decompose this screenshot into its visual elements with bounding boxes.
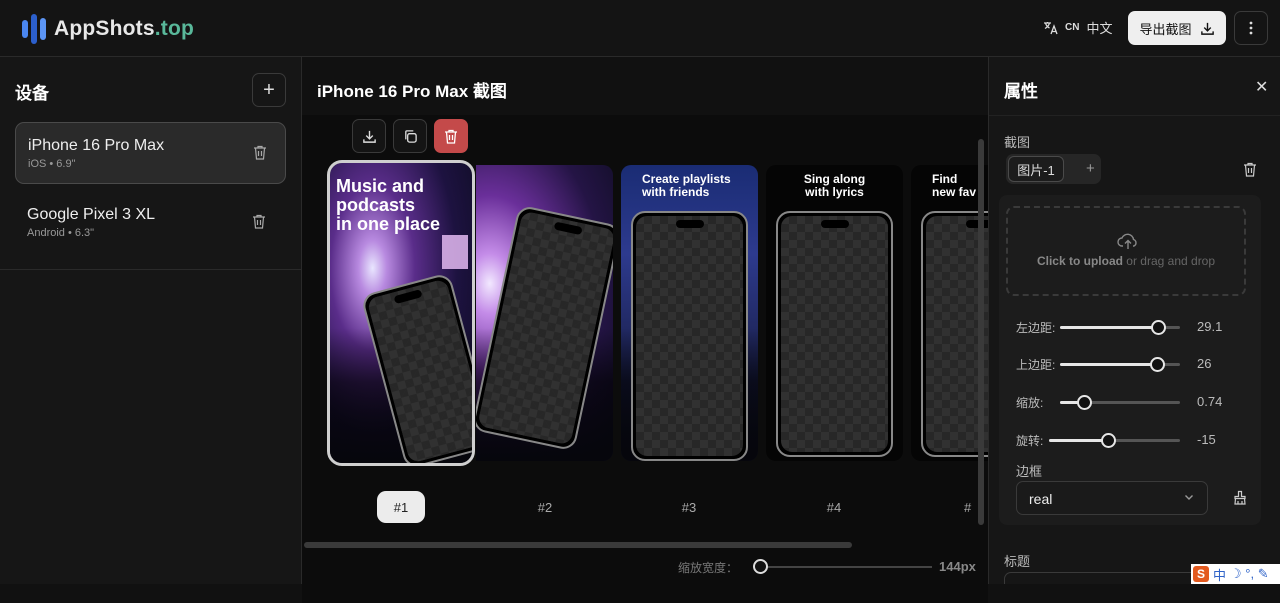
screenshot-caption: Find new fav: [932, 172, 977, 199]
slider-knob[interactable]: [1077, 395, 1092, 410]
download-icon: [362, 130, 376, 143]
download-icon: [1200, 22, 1214, 35]
divider: [989, 115, 1280, 116]
properties-panel: 属性 ✕ 截图 图片-1 + Click to upload or drag a…: [988, 57, 1280, 584]
screenshot-card-4[interactable]: Sing along with lyrics: [766, 165, 903, 461]
trash-icon: [445, 129, 457, 144]
plus-icon: +: [263, 78, 275, 101]
screenshot-editor: iPhone 16 Pro Max 截图 Music and podcasts …: [302, 57, 988, 603]
devices-panel: 设备 + iPhone 16 Pro Max iOS • 6.9" Google…: [0, 57, 302, 584]
image-tab-1[interactable]: 图片-1: [1008, 156, 1064, 182]
horizontal-scrollbar[interactable]: [302, 541, 988, 549]
ime-logo-icon: S: [1193, 566, 1209, 582]
screenshot-label-2[interactable]: #2: [521, 491, 569, 523]
close-icon[interactable]: ✕: [1255, 77, 1268, 97]
zoom-slider-track[interactable]: [760, 566, 932, 568]
more-menu-button[interactable]: [1234, 11, 1268, 45]
logo-text: AppShots.top: [54, 17, 195, 40]
delete-screenshot-button[interactable]: [434, 119, 468, 153]
zoom-width-control: 缩放宽度： 144px: [302, 549, 988, 584]
upload-dropzone[interactable]: Click to upload or drag and drop: [1006, 206, 1246, 296]
chevron-down-icon: [1185, 495, 1193, 500]
trash-icon[interactable]: [252, 214, 266, 229]
screenshot-card-1[interactable]: Music and podcasts in one place: [327, 160, 475, 466]
vertical-scrollbar[interactable]: [978, 139, 984, 525]
logo[interactable]: AppShots.top: [22, 14, 194, 44]
ime-toolbar[interactable]: S 中 ☽ °, ✎: [1191, 564, 1280, 584]
screenshot-label-4[interactable]: #4: [810, 491, 858, 523]
divider: [0, 269, 301, 270]
zoom-slider-knob[interactable]: [753, 559, 768, 574]
device-frame: [631, 211, 748, 461]
slider-knob[interactable]: [1100, 433, 1116, 448]
screenshot-label-1[interactable]: #1: [377, 491, 425, 523]
devices-title: 设备: [15, 84, 49, 103]
title-label: 标题: [1004, 554, 1031, 569]
translate-icon: [1044, 21, 1058, 34]
left-margin-slider[interactable]: 左边距: 29.1: [1016, 317, 1280, 337]
zoom-label: 缩放宽度：: [678, 561, 739, 575]
rotation-slider[interactable]: 旋转: -15: [1016, 430, 1280, 450]
screenshot-label-3[interactable]: #3: [665, 491, 713, 523]
screenshot-card-2[interactable]: [476, 165, 613, 461]
download-screenshot-button[interactable]: [352, 119, 386, 153]
lang-label: 中文: [1086, 21, 1113, 36]
image-tabs: 图片-1 +: [1006, 154, 1101, 184]
export-label: 导出截图: [1139, 21, 1192, 37]
duplicate-screenshot-button[interactable]: [393, 119, 427, 153]
device-meta: Android • 6.3": [27, 227, 95, 239]
device-meta: iOS • 6.9": [28, 158, 76, 170]
scale-slider[interactable]: 缩放: 0.74: [1016, 392, 1280, 412]
lang-code: CN: [1065, 22, 1080, 33]
upload-text: Click to upload or drag and drop: [1036, 254, 1216, 268]
screenshot-card-3[interactable]: Create playlists with friends: [621, 165, 758, 461]
scrollbar-thumb[interactable]: [304, 542, 852, 548]
device-name: iPhone 16 Pro Max: [28, 137, 165, 154]
more-vertical-icon: [1249, 21, 1253, 35]
paint-brush-icon[interactable]: [1233, 490, 1247, 505]
ime-extras[interactable]: ☽ °, ✎: [1230, 566, 1269, 582]
trash-icon[interactable]: [1243, 162, 1257, 177]
device-item-google-pixel-3-xl[interactable]: Google Pixel 3 XL Android • 6.3": [15, 192, 286, 254]
screenshot-caption: Sing along with lyrics: [803, 172, 866, 199]
cloud-upload-icon: [1117, 233, 1137, 249]
screenshot-caption: Music and podcasts in one place: [336, 176, 441, 234]
screenshot-canvas[interactable]: Music and podcasts in one place Create p…: [302, 115, 988, 603]
slider-knob[interactable]: [1151, 320, 1167, 335]
ime-mode[interactable]: 中: [1213, 565, 1226, 584]
logo-icon: [22, 14, 46, 44]
screenshot-caption: Create playlists with friends: [642, 172, 731, 199]
screenshot-section-label: 截图: [1004, 135, 1031, 150]
device-frame: [776, 211, 893, 457]
frame-label: 边框: [1016, 464, 1043, 479]
top-bar: AppShots.top CN 中文 导出截图: [0, 0, 1280, 57]
frame-select[interactable]: real: [1016, 481, 1208, 515]
device-item-iphone-16-pro-max[interactable]: iPhone 16 Pro Max iOS • 6.9": [15, 122, 286, 184]
trash-icon[interactable]: [253, 145, 267, 160]
properties-title: 属性: [1004, 82, 1038, 101]
editor-title: iPhone 16 Pro Max 截图: [317, 82, 507, 101]
screenshot-label-5[interactable]: #: [954, 491, 984, 523]
top-margin-slider[interactable]: 上边距: 26: [1016, 354, 1280, 374]
export-button[interactable]: 导出截图: [1128, 11, 1226, 45]
add-image-icon[interactable]: +: [1086, 160, 1095, 177]
slider-knob[interactable]: [1150, 357, 1166, 372]
album-art-image: [442, 235, 468, 269]
language-switcher[interactable]: CN 中文: [1042, 18, 1112, 37]
screenshot-card-5[interactable]: Find new fav: [911, 165, 988, 461]
zoom-value: 144px: [939, 559, 976, 574]
add-device-button[interactable]: +: [252, 73, 286, 107]
device-name: Google Pixel 3 XL: [27, 206, 156, 223]
copy-icon: [404, 129, 417, 143]
